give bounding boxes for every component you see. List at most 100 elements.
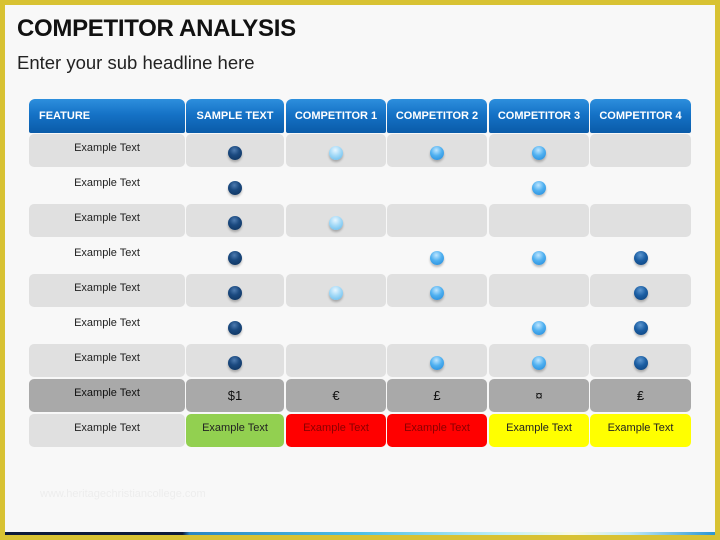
price-competitor-3: ¤ xyxy=(489,379,589,412)
dark-navy-ball-icon xyxy=(228,355,242,370)
header-competitor-3: COMPETITOR 3 xyxy=(489,99,589,133)
rating-sample-text: Example Text xyxy=(186,414,284,447)
cell-competitor-3 xyxy=(489,169,589,202)
dark-navy-ball-icon xyxy=(228,250,242,265)
medium-blue-ball-icon xyxy=(532,250,546,265)
header-feature: FEATURE xyxy=(29,99,185,133)
medium-blue-ball-icon xyxy=(532,145,546,160)
competitor-table: FEATURE SAMPLE TEXT COMPETITOR 1 COMPETI… xyxy=(29,99,693,449)
cell-competitor-1 xyxy=(286,204,386,237)
rating-row-label: Example Text xyxy=(29,414,185,447)
cell-sample-text xyxy=(186,204,284,237)
cell-competitor-1 xyxy=(286,169,386,202)
cell-competitor-1 xyxy=(286,274,386,307)
page-title: COMPETITOR ANALYSIS xyxy=(17,15,296,42)
cell-competitor-4 xyxy=(590,344,691,377)
cell-competitor-3 xyxy=(489,309,589,342)
table-header-row: FEATURE SAMPLE TEXT COMPETITOR 1 COMPETI… xyxy=(29,99,693,134)
footer-stripe xyxy=(5,532,715,535)
table-row: Example Text xyxy=(29,239,693,274)
cell-competitor-2 xyxy=(387,274,487,307)
feature-label: Example Text xyxy=(29,204,185,237)
cell-competitor-2 xyxy=(387,169,487,202)
medium-blue-ball-icon xyxy=(532,180,546,195)
cell-sample-text xyxy=(186,134,284,167)
feature-rows: Example Text Example Text Example Text Exam… xyxy=(29,134,693,379)
medium-blue-ball-icon xyxy=(430,145,444,160)
dark-navy-ball-icon xyxy=(228,320,242,335)
cell-competitor-4 xyxy=(590,274,691,307)
medium-blue-ball-icon xyxy=(430,355,444,370)
cell-competitor-4 xyxy=(590,169,691,202)
slide: COMPETITOR ANALYSIS Enter your sub headl… xyxy=(5,5,715,535)
medium-blue-ball-icon xyxy=(430,250,444,265)
dark-blue-ball-icon xyxy=(633,355,648,370)
cell-competitor-3 xyxy=(489,134,589,167)
feature-label: Example Text xyxy=(29,344,185,377)
table-row: Example Text xyxy=(29,169,693,204)
feature-label: Example Text xyxy=(29,274,185,307)
cell-competitor-3 xyxy=(489,344,589,377)
dark-navy-ball-icon xyxy=(228,180,242,195)
cell-competitor-2 xyxy=(387,344,487,377)
watermark: www.heritagechristiancollege.com xyxy=(40,488,206,500)
rating-competitor-2: Example Text xyxy=(387,414,487,447)
medium-blue-ball-icon xyxy=(430,285,444,300)
cell-competitor-1 xyxy=(286,239,386,272)
price-competitor-2: £ xyxy=(387,379,487,412)
cell-sample-text xyxy=(186,274,284,307)
price-row-label: Example Text xyxy=(29,379,185,412)
rating-competitor-4: Example Text xyxy=(590,414,691,447)
cell-competitor-4 xyxy=(590,309,691,342)
table-row: Example Text xyxy=(29,309,693,344)
cell-sample-text xyxy=(186,344,284,377)
cell-competitor-1 xyxy=(286,344,386,377)
light-blue-ball-icon xyxy=(329,145,343,160)
dark-blue-ball-icon xyxy=(633,285,648,300)
dark-navy-ball-icon xyxy=(228,145,242,160)
cell-competitor-2 xyxy=(387,309,487,342)
header-competitor-2: COMPETITOR 2 xyxy=(387,99,487,133)
rating-row: Example Text Example Text Example Text E… xyxy=(29,414,693,449)
price-competitor-4: ₤ xyxy=(590,379,691,412)
light-blue-ball-icon xyxy=(329,215,343,230)
sub-headline: Enter your sub headline here xyxy=(17,52,255,73)
cell-competitor-2 xyxy=(387,239,487,272)
table-row: Example Text xyxy=(29,134,693,169)
feature-label: Example Text xyxy=(74,246,140,259)
cell-competitor-3 xyxy=(489,204,589,237)
medium-blue-ball-icon xyxy=(532,355,546,370)
table-row: Example Text xyxy=(29,204,693,239)
cell-competitor-3 xyxy=(489,274,589,307)
dark-navy-ball-icon xyxy=(228,285,242,300)
feature-label: Example Text xyxy=(74,316,140,329)
light-blue-ball-icon xyxy=(329,285,343,300)
price-sample-text: $1 xyxy=(186,379,284,412)
rating-competitor-1: Example Text xyxy=(286,414,386,447)
table-row: Example Text xyxy=(29,274,693,309)
header-competitor-1: COMPETITOR 1 xyxy=(286,99,386,133)
cell-competitor-4 xyxy=(590,239,691,272)
cell-sample-text xyxy=(186,309,284,342)
feature-label: Example Text xyxy=(74,176,140,189)
table-row: Example Text xyxy=(29,344,693,379)
cell-competitor-1 xyxy=(286,309,386,342)
cell-sample-text xyxy=(186,239,284,272)
dark-blue-ball-icon xyxy=(633,320,648,335)
cell-competitor-3 xyxy=(489,239,589,272)
dark-navy-ball-icon xyxy=(228,215,242,230)
header-sample-text: SAMPLE TEXT xyxy=(186,99,284,133)
cell-competitor-4 xyxy=(590,204,691,237)
cell-competitor-2 xyxy=(387,204,487,237)
medium-blue-ball-icon xyxy=(532,320,546,335)
price-row: Example Text $1 € £ ¤ ₤ xyxy=(29,379,693,414)
cell-competitor-4 xyxy=(590,134,691,167)
cell-competitor-2 xyxy=(387,134,487,167)
price-competitor-1: € xyxy=(286,379,386,412)
feature-label: Example Text xyxy=(29,134,185,167)
cell-sample-text xyxy=(186,169,284,202)
rating-competitor-3: Example Text xyxy=(489,414,589,447)
dark-blue-ball-icon xyxy=(633,250,648,265)
cell-competitor-1 xyxy=(286,134,386,167)
header-competitor-4: COMPETITOR 4 xyxy=(590,99,691,133)
